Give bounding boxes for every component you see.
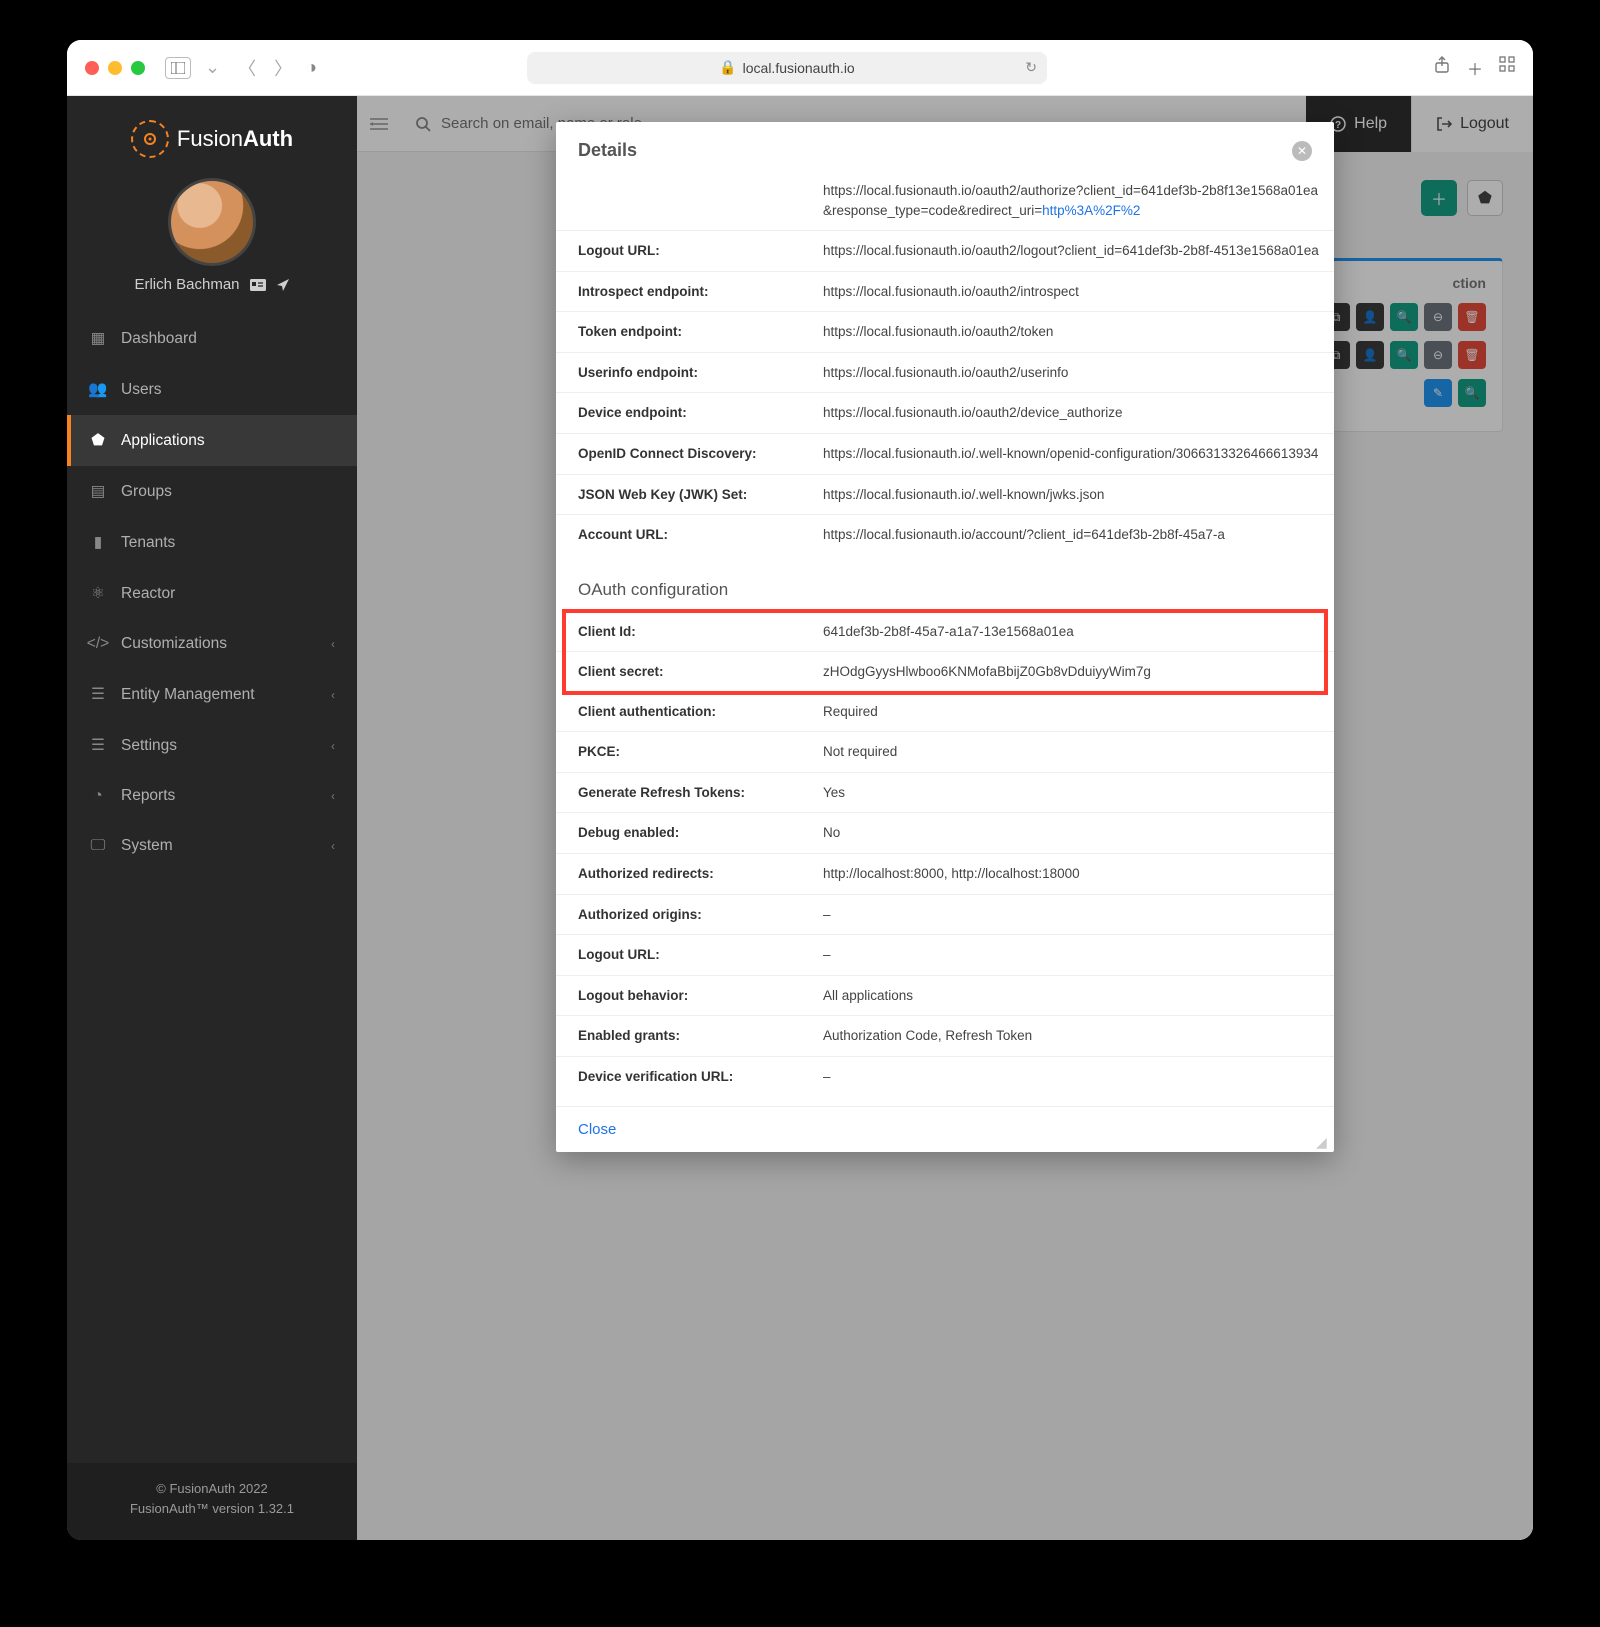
username: Erlich Bachman xyxy=(134,276,239,293)
dashboard-icon: ▦ xyxy=(89,329,107,348)
sliders-icon: ☰ xyxy=(89,736,107,755)
close-button[interactable]: Close xyxy=(578,1121,616,1138)
table-row: Device verification URL:– xyxy=(556,1056,1334,1096)
traffic-lights xyxy=(85,61,145,75)
table-row: PKCE:Not required xyxy=(556,732,1334,773)
table-row: Client authentication:Required xyxy=(556,692,1334,732)
sidebar-item-groups[interactable]: ▤Groups xyxy=(67,466,357,517)
resize-handle-icon[interactable]: ◢ xyxy=(1316,1134,1330,1148)
list-icon: ☰ xyxy=(89,685,107,704)
tab-overview-icon[interactable] xyxy=(1499,56,1515,80)
avatar[interactable] xyxy=(168,178,256,266)
client-credentials-highlight: Client Id:641def3b-2b8f-45a7-a1a7-13e156… xyxy=(556,612,1334,692)
version: FusionAuth™ version 1.32.1 xyxy=(67,1499,357,1519)
sidebar-item-customizations[interactable]: </>Customizations‹ xyxy=(67,619,357,669)
table-row: Token endpoint:https://local.fusionauth.… xyxy=(556,312,1334,353)
code-icon: </> xyxy=(89,635,107,653)
copyright: © FusionAuth 2022 xyxy=(67,1479,357,1499)
chevron-left-icon: ‹ xyxy=(331,739,335,753)
id-card-icon[interactable] xyxy=(250,279,266,291)
table-row: https://local.fusionauth.io/oauth2/autho… xyxy=(556,171,1334,231)
browser-title-bar: ⌄ 〈 〉 ◑ 🔒 local.fusionauth.io ↻ ＋ xyxy=(67,40,1533,96)
new-tab-icon[interactable]: ＋ xyxy=(1467,56,1483,80)
table-row: JSON Web Key (JWK) Set:https://local.fus… xyxy=(556,474,1334,515)
location-arrow-icon[interactable] xyxy=(276,278,290,292)
sidebar-item-tenants[interactable]: ▮Tenants xyxy=(67,517,357,568)
sidebar-toggle-icon[interactable] xyxy=(165,57,191,79)
sidebar: FusionAuth Erlich Bachman ▦Dashboard 👥Us… xyxy=(67,96,357,1540)
sidebar-item-settings[interactable]: ☰Settings‹ xyxy=(67,720,357,771)
chevron-left-icon: ‹ xyxy=(331,637,335,651)
sidebar-item-entity-management[interactable]: ☰Entity Management‹ xyxy=(67,669,357,720)
nav-back-icon[interactable]: 〈 xyxy=(234,55,260,81)
share-icon[interactable] xyxy=(1433,56,1451,80)
nav-forward-icon[interactable]: 〉 xyxy=(270,55,296,81)
address-bar[interactable]: 🔒 local.fusionauth.io ↻ xyxy=(527,52,1047,84)
table-row: Logout URL:– xyxy=(556,935,1334,976)
oauth-config-table: Client authentication:Required PKCE:Not … xyxy=(556,692,1334,1097)
reload-icon[interactable]: ↻ xyxy=(1025,59,1037,76)
address-text: local.fusionauth.io xyxy=(743,60,855,76)
browser-window: ⌄ 〈 〉 ◑ 🔒 local.fusionauth.io ↻ ＋ Fu xyxy=(67,40,1533,1540)
table-row: Device endpoint:https://local.fusionauth… xyxy=(556,393,1334,434)
sidebar-footer: © FusionAuth 2022 FusionAuth™ version 1.… xyxy=(67,1463,357,1540)
client-credentials-table: Client Id:641def3b-2b8f-45a7-a1a7-13e156… xyxy=(556,612,1334,692)
table-row: Debug enabled:No xyxy=(556,813,1334,854)
details-table-top: https://local.fusionauth.io/oauth2/autho… xyxy=(556,171,1334,555)
redirect-uri-link[interactable]: http%3A%2F%2 xyxy=(1042,203,1140,218)
sidebar-item-system[interactable]: 🖵System‹ xyxy=(67,821,357,871)
lock-icon: 🔒 xyxy=(719,59,736,76)
pie-icon: ◔ xyxy=(89,787,107,805)
logo-icon xyxy=(131,120,169,158)
details-modal: Details ✕ https://local.fusionauth.io/oa… xyxy=(556,122,1334,1152)
modal-close-button[interactable]: ✕ xyxy=(1292,141,1312,161)
chevron-left-icon: ‹ xyxy=(331,839,335,853)
table-row: Introspect endpoint:https://local.fusion… xyxy=(556,271,1334,312)
modal-body[interactable]: https://local.fusionauth.io/oauth2/autho… xyxy=(556,171,1334,1106)
table-row: Authorized origins:– xyxy=(556,894,1334,935)
window-close[interactable] xyxy=(85,61,99,75)
monitor-icon: 🖵 xyxy=(89,837,107,855)
groups-icon: ▤ xyxy=(89,482,107,501)
chevron-left-icon: ‹ xyxy=(331,688,335,702)
table-row: OpenID Connect Discovery:https://local.f… xyxy=(556,433,1334,474)
table-row: Enabled grants:Authorization Code, Refre… xyxy=(556,1016,1334,1057)
main: ? Help Logout ＋ ⬟ ction xyxy=(357,96,1533,1540)
sidebar-item-users[interactable]: 👥Users xyxy=(67,364,357,415)
sidebar-item-reports[interactable]: ◔Reports‹ xyxy=(67,771,357,821)
chevron-left-icon: ‹ xyxy=(331,789,335,803)
table-row: Account URL:https://local.fusionauth.io/… xyxy=(556,515,1334,555)
authorize-url: https://local.fusionauth.io/oauth2/autho… xyxy=(801,171,1334,231)
table-row: Logout behavior:All applications xyxy=(556,975,1334,1016)
privacy-shield-icon[interactable]: ◑ xyxy=(306,57,317,78)
logo-text: FusionAuth xyxy=(177,126,293,152)
table-row: Generate Refresh Tokens:Yes xyxy=(556,772,1334,813)
table-row: Client secret:zHOdgGyysHlwboo6KNMofaBbij… xyxy=(556,652,1334,692)
table-row: Userinfo endpoint:https://local.fusionau… xyxy=(556,352,1334,393)
cube-icon: ⬟ xyxy=(89,431,107,450)
client-id-value: 641def3b-2b8f-45a7-a1a7-13e1568a01ea xyxy=(801,612,1334,652)
modal-title: Details xyxy=(578,140,637,161)
window-minimize[interactable] xyxy=(108,61,122,75)
sidebar-nav: ▦Dashboard 👥Users ⬟Applications ▤Groups … xyxy=(67,313,357,871)
table-row: Logout URL:https://local.fusionauth.io/o… xyxy=(556,231,1334,272)
sidebar-item-reactor[interactable]: ⚛Reactor xyxy=(67,568,357,619)
users-icon: 👥 xyxy=(89,380,107,399)
sidebar-item-dashboard[interactable]: ▦Dashboard xyxy=(67,313,357,364)
table-row: Authorized redirects:http://localhost:80… xyxy=(556,854,1334,895)
window-maximize[interactable] xyxy=(131,61,145,75)
sidebar-item-applications[interactable]: ⬟Applications xyxy=(67,415,357,466)
client-secret-value: zHOdgGyysHlwboo6KNMofaBbijZ0Gb8vDduiyyWi… xyxy=(801,652,1334,692)
building-icon: ▮ xyxy=(89,533,107,552)
logo: FusionAuth xyxy=(67,96,357,170)
chevron-down-icon[interactable]: ⌄ xyxy=(201,57,224,78)
oauth-section-title: OAuth configuration xyxy=(556,555,1334,612)
atom-icon: ⚛ xyxy=(89,584,107,603)
table-row: Client Id:641def3b-2b8f-45a7-a1a7-13e156… xyxy=(556,612,1334,652)
